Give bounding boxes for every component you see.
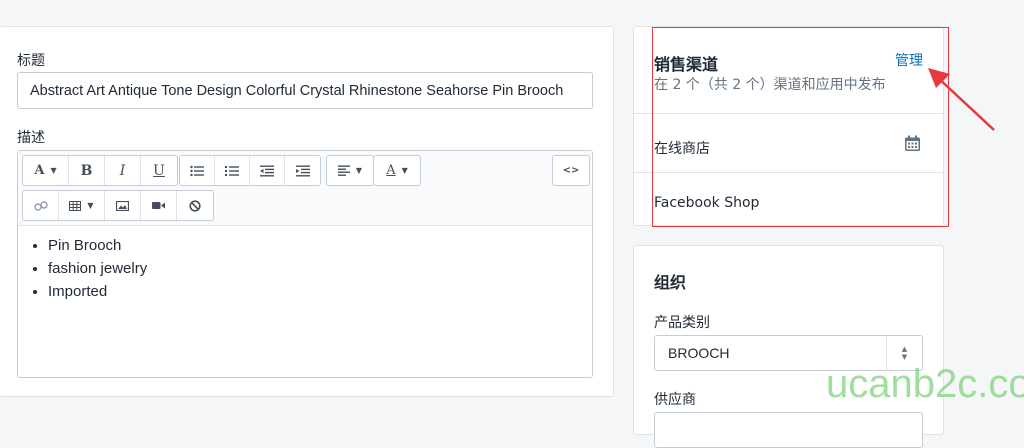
title-input[interactable]: [17, 72, 593, 109]
list-group: [179, 155, 321, 186]
html-toggle-button[interactable]: <>: [553, 156, 589, 185]
numbered-list-icon: [225, 165, 239, 176]
title-label: 标题: [17, 53, 45, 69]
divider: [634, 172, 943, 173]
manage-channels-link[interactable]: 管理: [895, 50, 923, 70]
caret-down-icon: ▼: [355, 166, 363, 175]
vendor-input[interactable]: [654, 412, 923, 448]
bold-button[interactable]: B: [69, 156, 105, 185]
indent-button[interactable]: [285, 156, 320, 185]
product-details-card: 标题 描述 A ▼ B I U: [0, 26, 614, 397]
link-icon: [33, 200, 48, 211]
description-list: Pin Brooch fashion jewelry Imported: [28, 234, 147, 303]
font-dropdown-button[interactable]: A ▼: [23, 156, 69, 185]
channels-summary: 在 2 个（共 2 个）渠道和应用中发布: [654, 77, 886, 93]
insert-table-button[interactable]: ▼: [59, 191, 105, 220]
insert-link-button[interactable]: [23, 191, 59, 220]
align-left-icon: [337, 165, 350, 176]
html-group: <>: [552, 155, 590, 186]
numbered-list-button[interactable]: [215, 156, 250, 185]
channel-facebook-shop: Facebook Shop: [654, 195, 760, 211]
italic-button[interactable]: I: [105, 156, 141, 185]
bullet-list-button[interactable]: [180, 156, 215, 185]
organization-title: 组织: [654, 273, 687, 292]
outdent-icon: [260, 165, 274, 176]
calendar-icon[interactable]: [904, 135, 921, 152]
bullet-list-icon: [190, 165, 204, 176]
color-group: A ▼: [373, 155, 421, 186]
description-editor[interactable]: A ▼ B I U ▼ A ▼ <> ▼ • Pin Brooch • fash…: [17, 150, 593, 378]
text-color-button[interactable]: A ▼: [374, 156, 420, 185]
list-item: fashion jewelry: [48, 257, 147, 280]
indent-icon: [295, 165, 310, 176]
channel-online-store: 在线商店: [654, 141, 710, 157]
font-icon: A: [34, 163, 45, 178]
vendor-label: 供应商: [654, 392, 696, 408]
editor-content[interactable]: Pin Brooch fashion jewelry Imported: [28, 234, 147, 303]
list-item: Imported: [48, 280, 147, 303]
insert-group: ▼: [22, 190, 214, 221]
clear-format-button[interactable]: [177, 191, 213, 220]
text-color-icon: A: [386, 163, 396, 178]
outdent-button[interactable]: [250, 156, 285, 185]
caret-down-icon: ▼: [87, 201, 94, 210]
align-dropdown-button[interactable]: ▼: [327, 156, 373, 185]
sales-channels-title: 销售渠道: [654, 55, 719, 74]
table-icon: [69, 200, 82, 211]
description-label: 描述: [17, 130, 45, 146]
caret-down-icon: ▼: [401, 166, 408, 175]
list-item: Pin Brooch: [48, 234, 147, 257]
watermark-text: ucanb2c.com: [826, 362, 1024, 406]
sales-channels-card: 销售渠道 管理 在 2 个（共 2 个）渠道和应用中发布 在线商店 Facebo…: [633, 26, 944, 226]
prohibited-icon: [189, 199, 201, 212]
divider: [634, 113, 943, 114]
insert-image-button[interactable]: [105, 191, 141, 220]
format-group: A ▼ B I U: [22, 155, 178, 186]
underline-button[interactable]: U: [141, 156, 177, 185]
insert-video-button[interactable]: [141, 191, 177, 220]
editor-toolbar: A ▼ B I U ▼ A ▼ <> ▼: [18, 151, 592, 226]
caret-down-icon: ▼: [50, 166, 57, 175]
align-group: ▼: [326, 155, 374, 186]
video-camera-icon: [152, 202, 165, 209]
image-icon: [116, 200, 129, 211]
product-type-value: BROOCH: [668, 345, 730, 361]
product-type-label: 产品类别: [654, 315, 710, 331]
